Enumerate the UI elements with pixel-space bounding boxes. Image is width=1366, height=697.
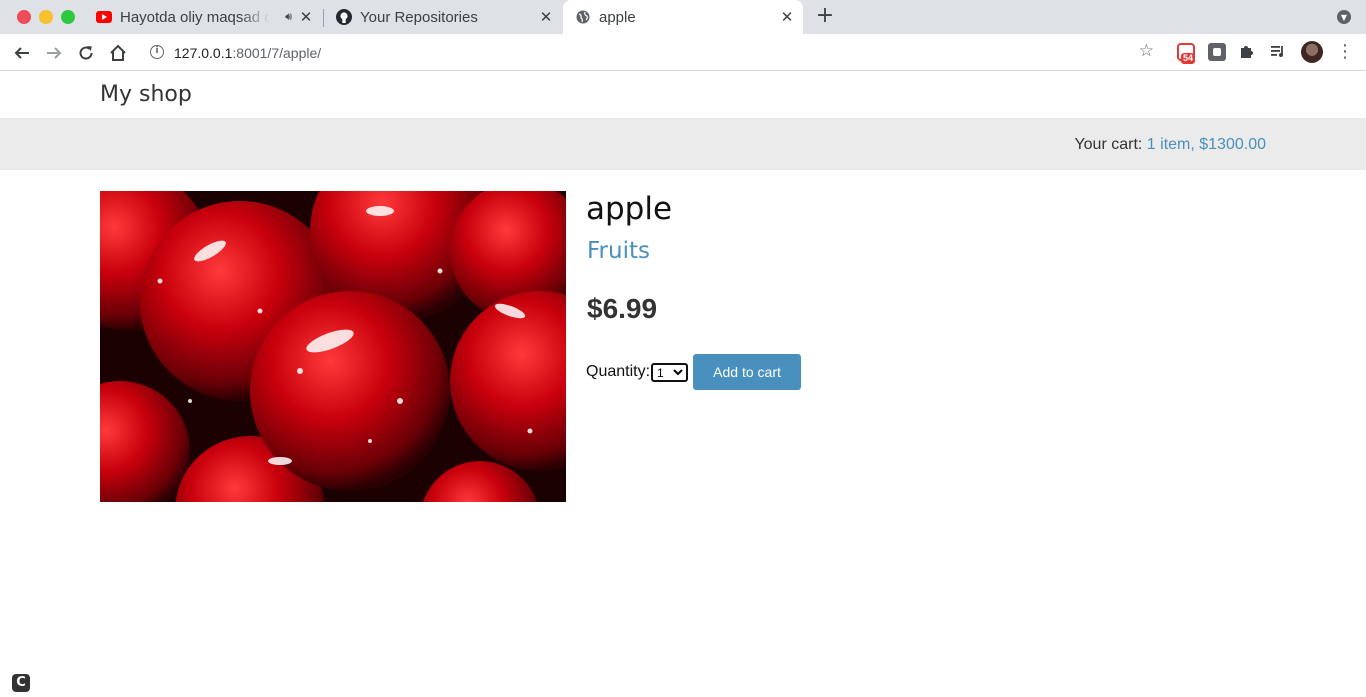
reload-icon[interactable] [74,41,98,65]
product-name: apple [586,191,673,227]
page-body: My shop Your cart: 1 item, $1300.00 appl… [0,72,1366,697]
site-title[interactable]: My shop [100,82,192,107]
speaker-icon[interactable]: 🔊︎ [285,10,292,24]
maximize-window-button[interactable] [61,10,75,24]
quantity-label: Quantity: [586,363,651,380]
add-to-cart-button[interactable]: Add to cart [693,354,802,390]
tab-github[interactable]: Your Repositories ✕ [324,0,562,34]
cart-link[interactable]: 1 item, $1300.00 [1147,136,1266,153]
url-path: :8001/7/apple/ [232,45,322,61]
cart-label: Your cart: [1074,136,1143,153]
url-text[interactable]: 127.0.0.1:8001/7/apple/ [174,45,321,61]
media-control-icon[interactable] [1270,43,1288,61]
product-category-link[interactable]: Fruits [587,238,650,264]
url-host: 127.0.0.1 [174,45,233,61]
cart-bar: Your cart: 1 item, $1300.00 [0,118,1366,170]
site-info-icon[interactable]: i [150,45,164,59]
profile-avatar[interactable] [1301,41,1323,63]
browser-menu-icon[interactable]: ⋮ [1336,42,1354,62]
add-to-cart-form: Quantity: 1 Add to cart [586,354,802,390]
product-price: $6.99 [587,293,658,324]
new-tab-button[interactable]: + [813,5,837,29]
tab-youtube[interactable]: Hayotda oliy maqsad o 🔊︎ ✕ [84,0,322,34]
address-bar[interactable]: i 127.0.0.1:8001/7/apple/ ☆ [140,38,1162,67]
forward-icon[interactable] [42,41,66,65]
close-window-button[interactable] [17,10,31,24]
close-tab-icon[interactable]: ✕ [538,9,554,25]
tab-apple[interactable]: apple ✕ [563,0,803,34]
corner-app-icon[interactable]: C [12,674,30,692]
tab-title: Hayotda oliy maqsad o [120,8,270,26]
cart-summary: Your cart: 1 item, $1300.00 [1074,136,1266,154]
github-icon [336,9,352,25]
tab-strip: Hayotda oliy maqsad o 🔊︎ ✕ Your Reposito… [0,0,1366,34]
globe-icon [575,9,591,25]
browser-toolbar: i 127.0.0.1:8001/7/apple/ ☆ 54 ⋮ [0,34,1366,71]
tab-search-icon[interactable]: ▼ [1337,10,1351,24]
tab-title: apple [599,8,636,26]
extension-badge: 54 [1181,53,1196,64]
back-icon[interactable] [10,41,34,65]
bookmark-star-icon[interactable]: ☆ [1139,41,1154,61]
tab-title: Your Repositories [360,8,478,26]
extensions-puzzle-icon[interactable] [1239,43,1257,61]
quantity-select[interactable]: 1 [651,362,689,382]
product-image [100,191,566,502]
extension-grey-icon[interactable] [1208,43,1226,61]
youtube-icon [96,9,112,25]
home-icon[interactable] [106,41,130,65]
close-tab-icon[interactable]: ✕ [779,9,795,25]
close-tab-icon[interactable]: ✕ [298,9,314,25]
minimize-window-button[interactable] [39,10,53,24]
